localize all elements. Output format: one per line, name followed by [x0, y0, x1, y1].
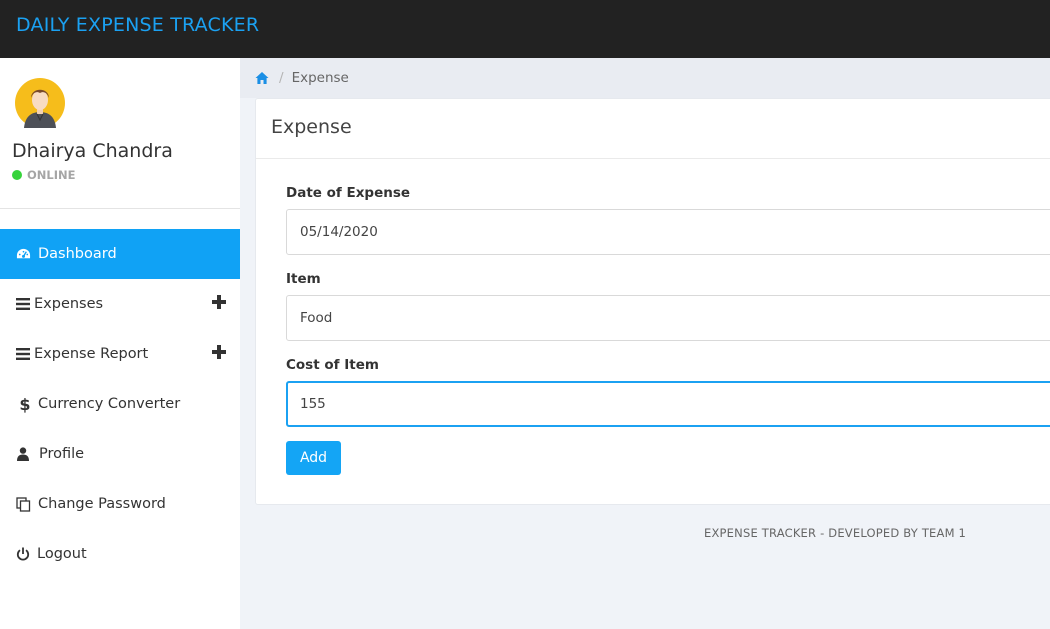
user-icon — [15, 446, 31, 462]
sidebar-item-expenses[interactable]: Expenses — [0, 279, 240, 329]
breadcrumb: / Expense — [240, 58, 1050, 98]
sidebar-item-change-password[interactable]: Change Password — [0, 479, 240, 529]
date-label: Date of Expense — [286, 185, 411, 201]
app-title[interactable]: DAILY EXPENSE TRACKER — [16, 14, 259, 36]
cost-field[interactable] — [286, 381, 1050, 427]
sidebar-item-label: Currency Converter — [38, 396, 181, 412]
card-header: Expense — [256, 99, 1050, 159]
sidebar-item-dashboard[interactable]: Dashboard — [0, 229, 240, 279]
top-navbar: DAILY EXPENSE TRACKER — [0, 0, 1050, 58]
sidebar-item-label: Dashboard — [38, 246, 117, 262]
cost-label: Cost of Item — [286, 357, 379, 373]
item-field[interactable] — [286, 295, 1050, 341]
plus-icon[interactable] — [212, 295, 226, 309]
sidebar-item-currency-converter[interactable]: $ Currency Converter — [0, 379, 240, 429]
breadcrumb-separator: / — [279, 70, 284, 86]
online-dot-icon — [12, 170, 22, 180]
dollar-icon: $ — [19, 394, 31, 414]
sidebar-item-label: Expense Report — [34, 346, 149, 362]
sidebar-item-label: Profile — [39, 446, 85, 462]
list-icon — [15, 346, 31, 362]
copy-icon — [15, 496, 31, 512]
home-icon[interactable] — [255, 71, 269, 85]
status-badge: ONLINE — [12, 168, 76, 182]
sidebar-item-label: Logout — [37, 546, 87, 562]
sidebar: Dhairya Chandra ONLINE Dashboard Expense… — [0, 58, 240, 629]
user-name: Dhairya Chandra — [12, 140, 173, 162]
sidebar-item-expense-report[interactable]: Expense Report — [0, 329, 240, 379]
sidebar-item-label: Expenses — [34, 296, 104, 312]
breadcrumb-current: Expense — [291, 70, 349, 86]
footer-text: EXPENSE TRACKER - DEVELOPED BY TEAM 1 — [704, 526, 967, 540]
user-avatar-icon — [15, 78, 65, 128]
sidebar-item-profile[interactable]: Profile — [0, 429, 240, 479]
status-text: ONLINE — [27, 168, 76, 182]
add-button[interactable]: Add — [286, 441, 341, 475]
date-field[interactable] — [286, 209, 1050, 255]
sidebar-item-logout[interactable]: Logout — [0, 529, 240, 579]
plus-icon[interactable] — [212, 345, 226, 359]
sidebar-item-label: Change Password — [38, 496, 166, 512]
power-icon — [15, 546, 31, 562]
dashboard-icon — [15, 246, 31, 262]
expense-form-card: Expense Date of Expense Item Cost of Ite… — [255, 98, 1050, 505]
item-label: Item — [286, 271, 321, 287]
sidebar-divider — [0, 208, 240, 209]
page-title: Expense — [271, 116, 352, 138]
list-icon — [15, 296, 31, 312]
